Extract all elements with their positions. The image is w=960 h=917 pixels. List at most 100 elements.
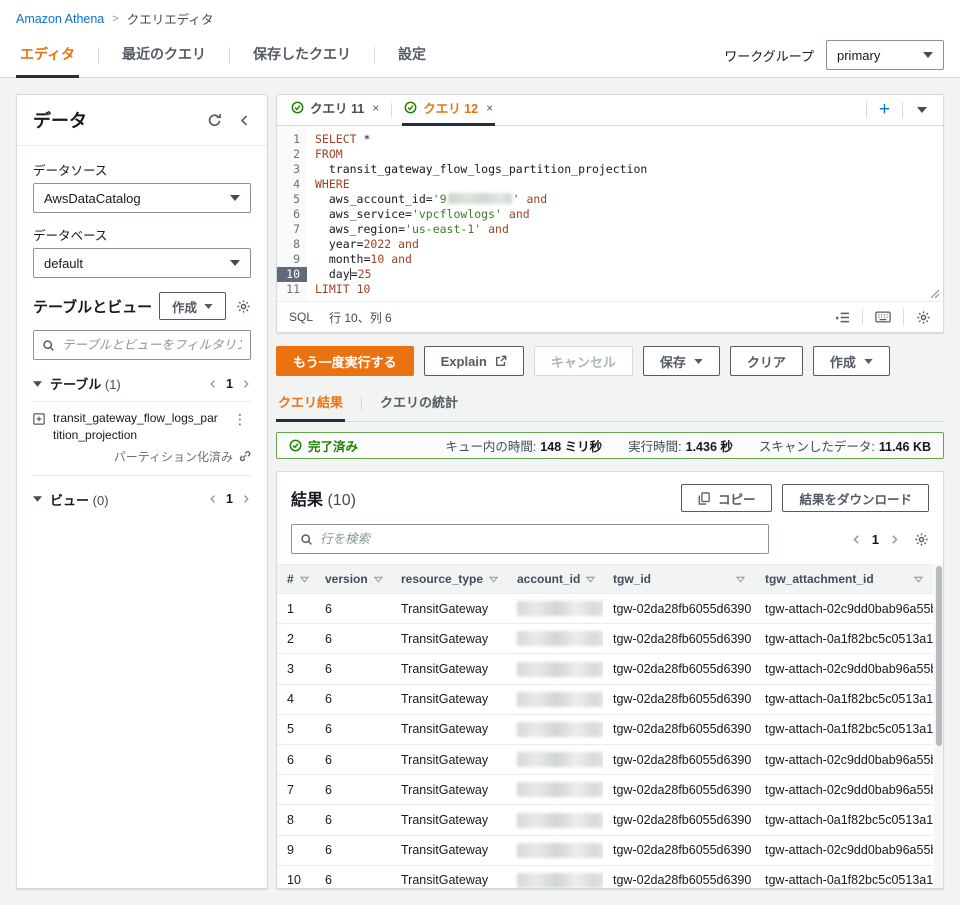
datasource-select[interactable]: AwsDataCatalog xyxy=(33,183,251,213)
format-indent-icon[interactable] xyxy=(835,311,850,324)
chevron-left-icon[interactable] xyxy=(851,534,862,545)
tab-list-caret-icon[interactable] xyxy=(913,107,931,113)
table-row[interactable]: 26TransitGatewaytgw-02da28fb6055d6390tgw… xyxy=(277,624,933,654)
copy-button[interactable]: コピー xyxy=(681,484,773,512)
table-cell: 9 xyxy=(277,835,315,865)
table-row[interactable]: 46TransitGatewaytgw-02da28fb6055d6390tgw… xyxy=(277,684,933,714)
close-icon[interactable]: × xyxy=(372,101,379,115)
breadcrumb-root-link[interactable]: Amazon Athena xyxy=(16,12,104,26)
query-tab-11[interactable]: クエリ 11 × xyxy=(289,92,381,125)
partitioned-link-icon[interactable] xyxy=(238,450,251,463)
sort-icon[interactable] xyxy=(374,576,383,583)
query-tab-12[interactable]: クエリ 12 × xyxy=(402,92,495,125)
tab-query-results[interactable]: クエリ結果 xyxy=(276,386,345,421)
tab-editor[interactable]: エディタ xyxy=(16,34,79,77)
editor-settings-gear-icon[interactable] xyxy=(916,310,931,325)
sort-icon[interactable] xyxy=(586,576,595,583)
table-cell: 6 xyxy=(315,624,391,654)
chevron-right-icon[interactable] xyxy=(241,494,251,504)
refresh-icon[interactable] xyxy=(207,113,222,128)
database-select[interactable]: default xyxy=(33,248,251,278)
tab-query-stats[interactable]: クエリの統計 xyxy=(378,386,460,421)
table-cell: 5 xyxy=(277,714,315,744)
kebab-menu-icon[interactable]: ⋮ xyxy=(229,410,251,428)
table-cell: tgw-02da28fb6055d6390 xyxy=(603,714,755,744)
triangle-down-icon[interactable] xyxy=(33,496,42,502)
tab-saved-queries[interactable]: 保存したクエリ xyxy=(249,34,355,77)
download-results-button[interactable]: 結果をダウンロード xyxy=(782,484,929,512)
sort-icon[interactable] xyxy=(736,576,745,583)
line-number: 5 xyxy=(277,192,307,207)
table-row[interactable]: 56TransitGatewaytgw-02da28fb6055d6390tgw… xyxy=(277,714,933,744)
results-title: 結果 xyxy=(291,492,323,509)
create-button[interactable]: 作成 xyxy=(159,292,226,320)
sort-icon[interactable] xyxy=(914,576,923,583)
tables-filter-input[interactable] xyxy=(62,338,242,352)
views-section-label: ビュー xyxy=(50,493,89,508)
tab-recent-queries[interactable]: 最近のクエリ xyxy=(118,34,210,77)
table-cell: TransitGateway xyxy=(391,835,507,865)
workgroup-select[interactable]: primary xyxy=(826,40,944,70)
table-row[interactable]: 96TransitGatewaytgw-02da28fb6055d6390tgw… xyxy=(277,835,933,865)
table-cell: tgw-attach-0a1f82bc5c0513a12 xyxy=(755,865,933,889)
table-cell: tgw-attach-02c9dd0bab96a55b6 xyxy=(755,745,933,775)
table-cell: tgw-02da28fb6055d6390 xyxy=(603,684,755,714)
line-number: 2 xyxy=(277,147,307,162)
vertical-scrollbar[interactable] xyxy=(934,564,943,889)
editor-code[interactable]: SELECT *FROM transit_gateway_flow_logs_p… xyxy=(307,126,943,301)
explain-button[interactable]: Explain xyxy=(424,346,524,376)
table-item-name[interactable]: transit_gateway_flow_logs_partition_proj… xyxy=(53,410,221,444)
sort-icon[interactable] xyxy=(300,576,309,583)
tables-settings-gear-icon[interactable] xyxy=(236,299,251,314)
col-header-tgw-id: tgw_id xyxy=(613,572,651,586)
code-line: WHERE xyxy=(315,177,943,192)
table-row[interactable]: 86TransitGatewaytgw-02da28fb6055d6390tgw… xyxy=(277,805,933,835)
check-circle-icon xyxy=(404,101,417,114)
new-query-tab-button[interactable]: + xyxy=(877,100,892,119)
shortcuts-keyboard-icon[interactable] xyxy=(875,311,891,323)
data-panel-title: データ xyxy=(33,107,87,133)
redacted-account-id-cell xyxy=(507,805,603,835)
table-cell: tgw-attach-02c9dd0bab96a55b6 xyxy=(755,654,933,684)
table-cell: TransitGateway xyxy=(391,654,507,684)
cancel-button: キャンセル xyxy=(534,346,633,376)
chevron-left-icon[interactable] xyxy=(208,379,218,389)
results-count: (10) xyxy=(327,492,355,509)
create-query-button[interactable]: 作成 xyxy=(813,346,890,376)
table-cell: 8 xyxy=(277,805,315,835)
save-button[interactable]: 保存 xyxy=(643,346,720,376)
run-again-button[interactable]: もう一度実行する xyxy=(276,346,414,376)
query-state-text: 完了済み xyxy=(308,436,358,455)
sort-icon[interactable] xyxy=(489,576,498,583)
results-table: # version resource_type account_id tgw_i… xyxy=(277,564,943,889)
resize-handle-icon[interactable] xyxy=(929,288,939,298)
clear-button[interactable]: クリア xyxy=(730,346,803,376)
redacted-account-id-cell xyxy=(507,775,603,805)
caret-down-icon xyxy=(923,52,933,58)
col-header-num: # xyxy=(287,572,294,586)
results-settings-gear-icon[interactable] xyxy=(914,532,929,547)
line-number: 4 xyxy=(277,177,307,192)
table-list-item[interactable]: transit_gateway_flow_logs_partition_proj… xyxy=(33,401,251,446)
line-number: 10 xyxy=(277,267,307,282)
table-row[interactable]: 76TransitGatewaytgw-02da28fb6055d6390tgw… xyxy=(277,775,933,805)
collapse-panel-icon[interactable] xyxy=(238,114,251,127)
chevron-right-icon[interactable] xyxy=(889,534,900,545)
table-row[interactable]: 16TransitGatewaytgw-02da28fb6055d6390tgw… xyxy=(277,594,933,624)
chevron-right-icon[interactable] xyxy=(241,379,251,389)
tab-settings[interactable]: 設定 xyxy=(394,34,430,77)
row-search-input[interactable] xyxy=(320,532,760,546)
table-cell: TransitGateway xyxy=(391,624,507,654)
table-row[interactable]: 66TransitGatewaytgw-02da28fb6055d6390tgw… xyxy=(277,745,933,775)
chevron-left-icon[interactable] xyxy=(208,494,218,504)
table-cell: tgw-02da28fb6055d6390 xyxy=(603,594,755,624)
close-icon[interactable]: × xyxy=(486,101,493,115)
triangle-down-icon[interactable] xyxy=(33,381,42,387)
redacted-account-id-cell xyxy=(507,865,603,889)
table-row[interactable]: 36TransitGatewaytgw-02da28fb6055d6390tgw… xyxy=(277,654,933,684)
table-cell: tgw-02da28fb6055d6390 xyxy=(603,775,755,805)
table-row[interactable]: 106TransitGatewaytgw-02da28fb6055d6390tg… xyxy=(277,865,933,889)
expand-table-icon[interactable] xyxy=(33,413,45,425)
results-card: 結果 (10) コピー 結果をダウンロード xyxy=(276,471,944,889)
sql-editor[interactable]: 1234567891011 SELECT *FROM transit_gatew… xyxy=(277,126,943,301)
